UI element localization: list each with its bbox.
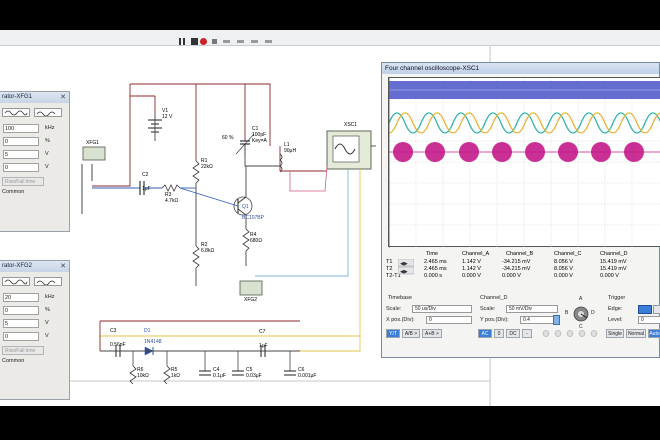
timebase-scale-label: Scale: — [386, 306, 402, 312]
c1-label: C1 100pF Key=A — [252, 126, 267, 144]
rise-fall-time-button[interactable]: Rise/Fall time — [2, 346, 44, 355]
xsc1-label: XSC1 — [344, 122, 358, 128]
c6-label: C6 0.001μF — [298, 367, 317, 379]
c7-label: C7 1μF — [259, 329, 268, 349]
c1-percent: 60 % — [222, 135, 234, 141]
edge-label: Edge: — [608, 306, 623, 312]
r6-label: R6 10kΩ — [137, 367, 149, 379]
tool-icon[interactable] — [222, 33, 231, 43]
channel-radio-group[interactable] — [542, 329, 602, 338]
c4-label: C4 0.1μF — [213, 367, 226, 379]
close-icon[interactable]: ✕ — [60, 262, 66, 270]
frequency-unit: kHz — [45, 125, 55, 131]
x-position-label: X pos.(Div): — [386, 317, 415, 323]
x-position-field[interactable]: 0 — [426, 316, 472, 324]
r1-label: R1 22kΩ — [201, 158, 213, 170]
stop-icon[interactable] — [199, 33, 208, 45]
offset-field[interactable]: 0 — [3, 332, 39, 341]
function-generator-xfg1-panel[interactable]: rator-XFG1 ✕ 100 kHz 0% 5V 0V Rise/Fall t… — [0, 91, 70, 232]
duty-unit: % — [45, 307, 50, 313]
oscilloscope-window[interactable]: Four channel oscilloscope-XSC1 Time Chan… — [380, 62, 660, 359]
d1-label: D1 1N4148 — [144, 328, 162, 345]
c5-label: C5 0.03μF — [246, 367, 262, 379]
tool-icon[interactable] — [236, 33, 245, 43]
amplitude-unit: V — [45, 320, 49, 326]
common-label: Common — [2, 358, 25, 364]
run-icon[interactable] — [190, 33, 199, 45]
tool-icon[interactable] — [264, 33, 273, 43]
timebase-label: Timebase — [388, 295, 412, 301]
tool-icon[interactable] — [250, 33, 259, 43]
offset-field[interactable]: 0 — [3, 163, 39, 172]
xfg1-title: rator-XFG1 — [0, 92, 69, 103]
frequency-field[interactable]: 20 — [3, 293, 39, 302]
c2-label: C2 1μF — [142, 172, 151, 192]
sine-wave-button[interactable] — [2, 277, 30, 286]
video-frame: XFG1 XSC1 XFG2 V1 12 V R1 22kΩ R2 6.8kΩ R3 4… — [0, 0, 660, 440]
invert-button[interactable]: - — [522, 329, 532, 338]
duty-cycle-field[interactable]: 0 — [3, 137, 39, 146]
amplitude-field[interactable]: 5 — [3, 319, 39, 328]
duty-cycle-field[interactable]: 0 — [3, 306, 39, 315]
a-b-button[interactable]: A/B > — [402, 329, 420, 338]
xfg1-label: XFG1 — [86, 140, 100, 146]
amplitude-field[interactable]: 5 — [3, 150, 39, 159]
channel-scale-field[interactable]: 50 mV/Div — [506, 305, 558, 313]
common-label: Common — [2, 189, 25, 195]
simulator-window: XFG1 XSC1 XFG2 V1 12 V R1 22kΩ R2 6.8kΩ R3 4… — [0, 30, 660, 406]
cursor-readout: Time Channel_A Channel_B Channel_C Chann… — [386, 251, 628, 279]
channel-d-label: Channel_D — [480, 295, 508, 301]
cursor-arrow-buttons[interactable]: ◀▶ ◀▶ — [397, 258, 415, 277]
normal-trigger-button[interactable]: Normal — [626, 329, 646, 338]
close-icon[interactable]: ✕ — [60, 93, 66, 101]
triangle-wave-button[interactable] — [34, 277, 62, 286]
y-position-spinner[interactable] — [553, 315, 560, 325]
r3-label: R3 4.7kΩ — [165, 192, 179, 204]
y-position-label: Y pos.(Div): — [480, 317, 509, 323]
frequency-unit: kHz — [45, 294, 55, 300]
oscilloscope-controls: Timebase Scale: 50 us/Div X pos.(Div): 0… — [382, 295, 660, 359]
offset-unit: V — [45, 164, 49, 170]
xfg2-label: XFG2 — [244, 297, 258, 303]
xfg2-title: rator-XFG2 — [0, 261, 69, 272]
channel-selector-knob[interactable]: A B C D — [565, 296, 596, 330]
svg-text:◀▶: ◀▶ — [400, 269, 408, 275]
trigger-level-field[interactable]: 0 — [638, 316, 660, 324]
pause-icon[interactable] — [178, 33, 187, 45]
sine-wave-button[interactable] — [2, 108, 30, 117]
frequency-field[interactable]: 100 — [3, 124, 39, 133]
ac-coupling-button[interactable]: AC — [478, 329, 492, 338]
zero-coupling-button[interactable]: 0 — [494, 329, 504, 338]
rising-edge-button[interactable] — [638, 305, 652, 314]
v1-label: V1 12 V — [162, 108, 173, 120]
a-plus-b-button[interactable]: A+B > — [422, 329, 442, 338]
duty-unit: % — [45, 138, 50, 144]
auto-trigger-button[interactable]: Auto — [648, 329, 660, 338]
trigger-label: Trigger — [608, 295, 626, 301]
q1-label: Q1 BC107BP — [242, 204, 264, 221]
single-trigger-button[interactable]: Single — [606, 329, 624, 338]
svg-text:◀▶: ◀▶ — [400, 261, 408, 267]
channel-scale-label: Scale: — [480, 306, 496, 312]
c3-label: C3 0.56pF — [110, 328, 126, 348]
rise-fall-time-button[interactable]: Rise/Fall time — [2, 177, 44, 186]
amplitude-unit: V — [45, 151, 49, 157]
r4-label: R4 680Ω — [250, 232, 263, 244]
function-generator-xfg2-panel[interactable]: rator-XFG2 ✕ 20 kHz 0% 5V 0V Rise/Fall ti… — [0, 260, 70, 400]
r5-label: R5 1kΩ — [171, 367, 181, 379]
simulation-toolbar — [0, 30, 660, 46]
step-icon[interactable] — [210, 33, 219, 44]
triangle-wave-button[interactable] — [34, 108, 62, 117]
timebase-scale-field[interactable]: 50 us/Div — [412, 305, 472, 313]
offset-unit: V — [45, 333, 49, 339]
l1-label: L1 90μH — [284, 142, 297, 154]
y-t-button[interactable]: Y/T — [386, 329, 400, 338]
level-label: Level: — [608, 317, 623, 323]
oscilloscope-title: Four channel oscilloscope-XSC1 — [382, 63, 659, 74]
falling-edge-button[interactable] — [653, 305, 660, 314]
dc-coupling-button[interactable]: DC — [506, 329, 520, 338]
r2-label: R2 6.8kΩ — [201, 242, 215, 254]
oscilloscope-display — [380, 77, 660, 248]
channel-c-trace — [380, 112, 660, 134]
